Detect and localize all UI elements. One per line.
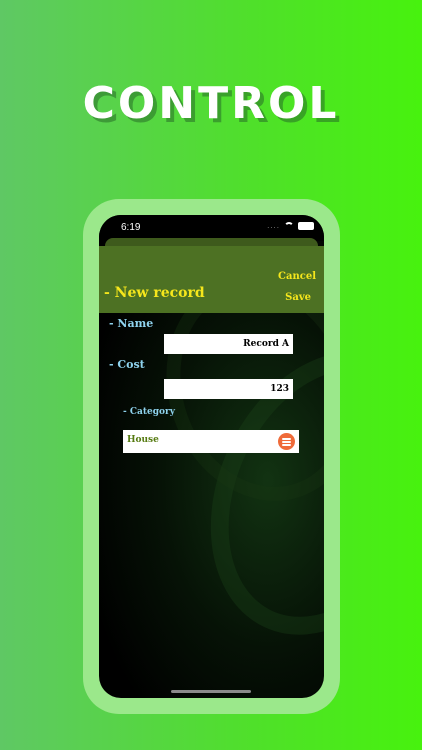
cancel-button[interactable]: Cancel — [278, 271, 316, 282]
phone-screen: 6:19 .... - New record Cancel Save - Nam… — [99, 215, 324, 698]
status-icons: .... — [267, 221, 314, 230]
wifi-icon — [284, 221, 294, 230]
promo-headline: CONTROL — [82, 78, 340, 129]
name-input[interactable]: Record A — [164, 334, 293, 354]
save-button[interactable]: Save — [285, 292, 311, 303]
name-label: - Name — [109, 317, 154, 330]
cost-input[interactable]: 123 — [164, 379, 293, 399]
cost-label: - Cost — [109, 358, 145, 371]
category-value: House — [127, 435, 159, 445]
category-label: - Category — [123, 407, 176, 417]
category-select[interactable]: House — [123, 430, 299, 453]
list-icon[interactable] — [278, 433, 295, 450]
home-indicator[interactable] — [171, 690, 251, 693]
status-time: 6:19 — [121, 222, 141, 233]
signal-dots: .... — [267, 221, 280, 230]
page-title: - New record — [104, 285, 205, 301]
battery-icon — [298, 221, 314, 230]
